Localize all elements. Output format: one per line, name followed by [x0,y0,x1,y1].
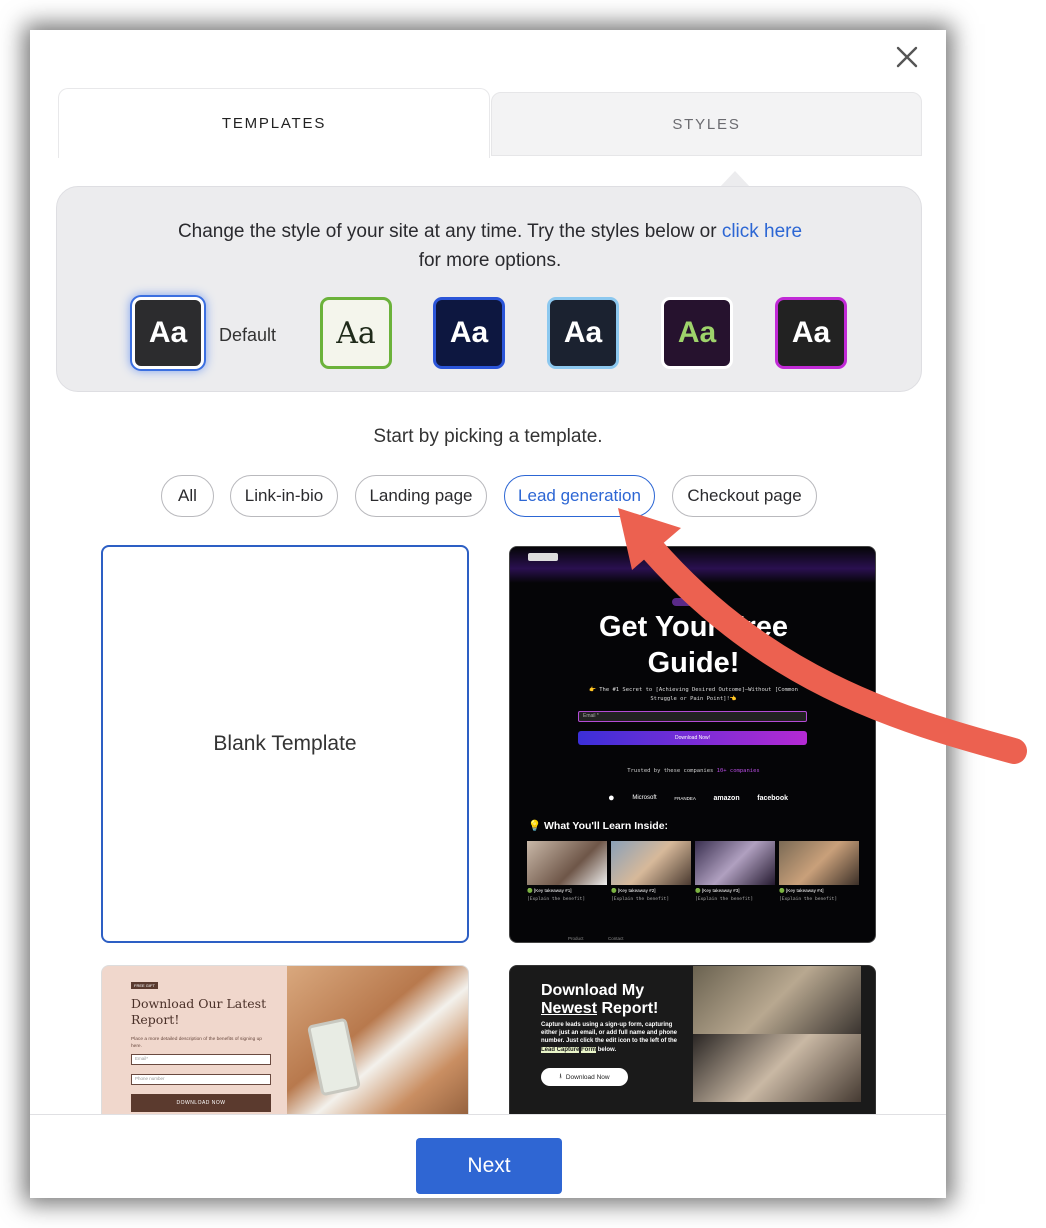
guide-takeaway-3: 🟢 [Key takeaway #3] [Explain the benefit… [695,888,775,902]
guide-takeaway-2: 🟢 [Key takeaway #2] [Explain the benefit… [611,888,691,902]
template-card-blank[interactable]: Blank Template [101,545,469,943]
newest-download-label: Download Now [565,1073,610,1081]
report-description: Place a more detailed description of the… [131,1037,262,1049]
template-card-newest-report[interactable]: Download My Newest Report! Capture leads… [509,965,876,1125]
logo-microsoft: Microsoft [632,795,657,801]
report-phone-input[interactable]: Phone number [131,1074,271,1085]
template-picker-modal: TEMPLATES STYLES Change the style of you… [30,30,946,1198]
guide-trusted-text: Trusted by these companies 10+ companies [510,768,875,774]
newest-desc-end: below. [597,1046,617,1053]
newest-title-line2: Newest Report! [541,1000,691,1018]
filter-link-in-bio[interactable]: Link-in-bio [230,475,338,517]
guide-subtitle: 👉 The #1 Secret to [Achieving Desired Ou… [589,687,798,702]
footer-link-product: Product [568,936,584,941]
filter-all[interactable]: All [161,475,214,517]
footer-link-contact: Contact [608,936,624,941]
style-swatch-sky[interactable]: Aa [547,297,619,369]
newest-download-button[interactable]: ⭳ Download Now [541,1068,628,1086]
report-title: Download Our Latest Report! [131,996,267,1027]
newest-desc-text: Capture leads using a sign-up form, capt… [541,1022,678,1045]
guide-photo-2 [611,841,691,885]
takeaway-sub: [Explain the benefit] [695,897,754,902]
guide-email-input[interactable]: Email * [578,711,807,722]
guide-email-placeholder: Email * [583,713,599,719]
newest-title: Download My Newest Report! [541,982,691,1018]
next-button[interactable]: Next [416,1138,562,1194]
guide-takeaway-4: 🟢 [Key takeaway #4] [Explain the benefit… [779,888,859,902]
guide-header-glow [510,547,875,583]
logo-frandea: FRANDEA [674,795,696,801]
trusted-label: Trusted by these companies [627,768,714,774]
apple-logo-icon: ● [608,792,615,804]
panel-notch [720,171,750,187]
default-style-label: Default [219,325,277,345]
report-badge: FREE GIFT [131,982,158,989]
template-card-download-report[interactable]: FREE GIFT Download Our Latest Report! Pl… [101,965,469,1125]
takeaway-sub: [Explain the benefit] [779,897,838,902]
styles-panel: Change the style of your site at any tim… [56,186,922,392]
style-swatch-default[interactable]: Aa [132,297,204,369]
newest-photo-top [693,966,861,1034]
guide-section-title: 💡 What You'll Learn Inside: [528,820,669,832]
styles-text-more: for more options. [418,250,562,271]
takeaway-sub: [Explain the benefit] [611,897,670,902]
guide-title-line2: Guide! [647,647,740,679]
style-swatch-magenta[interactable]: Aa [775,297,847,369]
newest-title-rest: Report! [597,1000,659,1017]
guide-photo-4 [779,841,859,885]
tab-templates[interactable]: TEMPLATES [58,88,490,158]
click-here-link[interactable]: click here [722,221,802,242]
guide-photo-3 [695,841,775,885]
logo-amazon: amazon [713,794,740,802]
newest-highlight-1: Lead Capture [541,1046,580,1053]
filter-landing-page[interactable]: Landing page [355,475,487,517]
style-swatch-purple-lime[interactable]: Aa [661,297,733,369]
guide-footer: Product Contact [510,935,875,942]
trusted-count: 10+ companies [716,768,760,774]
guide-title-line1: Get Your Free [598,611,789,643]
blank-template-label: Blank Template [213,732,357,755]
filter-lead-generation[interactable]: Lead generation [504,475,655,517]
newest-highlight-2: Form [581,1046,597,1053]
takeaway-sub: [Explain the benefit] [527,897,586,902]
style-swatch-navy[interactable]: Aa [433,297,505,369]
takeaway-title: 🟢 [Key takeaway #3] [695,888,740,893]
pick-template-prompt: Start by picking a template. [373,426,603,447]
takeaway-title: 🟢 [Key takeaway #1] [527,888,572,893]
filter-checkout-page[interactable]: Checkout page [672,475,817,517]
guide-download-button[interactable]: Download Now! [578,731,807,745]
guide-company-logos: ● Microsoft FRANDEA amazon facebook [608,792,788,804]
report-phone-placeholder: Phone number [135,1076,165,1081]
takeaway-title: 🟢 [Key takeaway #4] [779,888,824,893]
report-download-button[interactable]: DOWNLOAD NOW [131,1094,271,1112]
guide-badge [672,598,712,606]
logo-facebook: facebook [757,794,788,802]
report-email-placeholder: Email* [135,1056,149,1061]
newest-title-underlined: Newest [541,1000,598,1017]
report-email-input[interactable]: Email* [131,1054,271,1065]
style-swatch-green-serif[interactable]: Aa [320,297,392,369]
close-icon[interactable] [894,44,920,70]
takeaway-title: 🟢 [Key takeaway #2] [611,888,656,893]
styles-description: Change the style of your site at any tim… [57,217,923,275]
guide-title: Get Your Free Guide! [510,609,875,681]
tab-styles[interactable]: STYLES [491,92,922,156]
guide-takeaway-1: 🟢 [Key takeaway #1] [Explain the benefit… [527,888,607,902]
guide-photo-1 [527,841,607,885]
download-icon: ⭳ [559,1072,562,1080]
newest-title-line1: Download My [541,982,645,999]
guide-logo [528,553,558,561]
template-card-free-guide[interactable]: Get Your Free Guide! 👉 The #1 Secret to … [509,546,876,943]
newest-photo-bottom [693,1034,861,1102]
styles-text: Change the style of your site at any tim… [177,221,722,242]
newest-description: Capture leads using a sign-up form, capt… [541,1021,681,1054]
